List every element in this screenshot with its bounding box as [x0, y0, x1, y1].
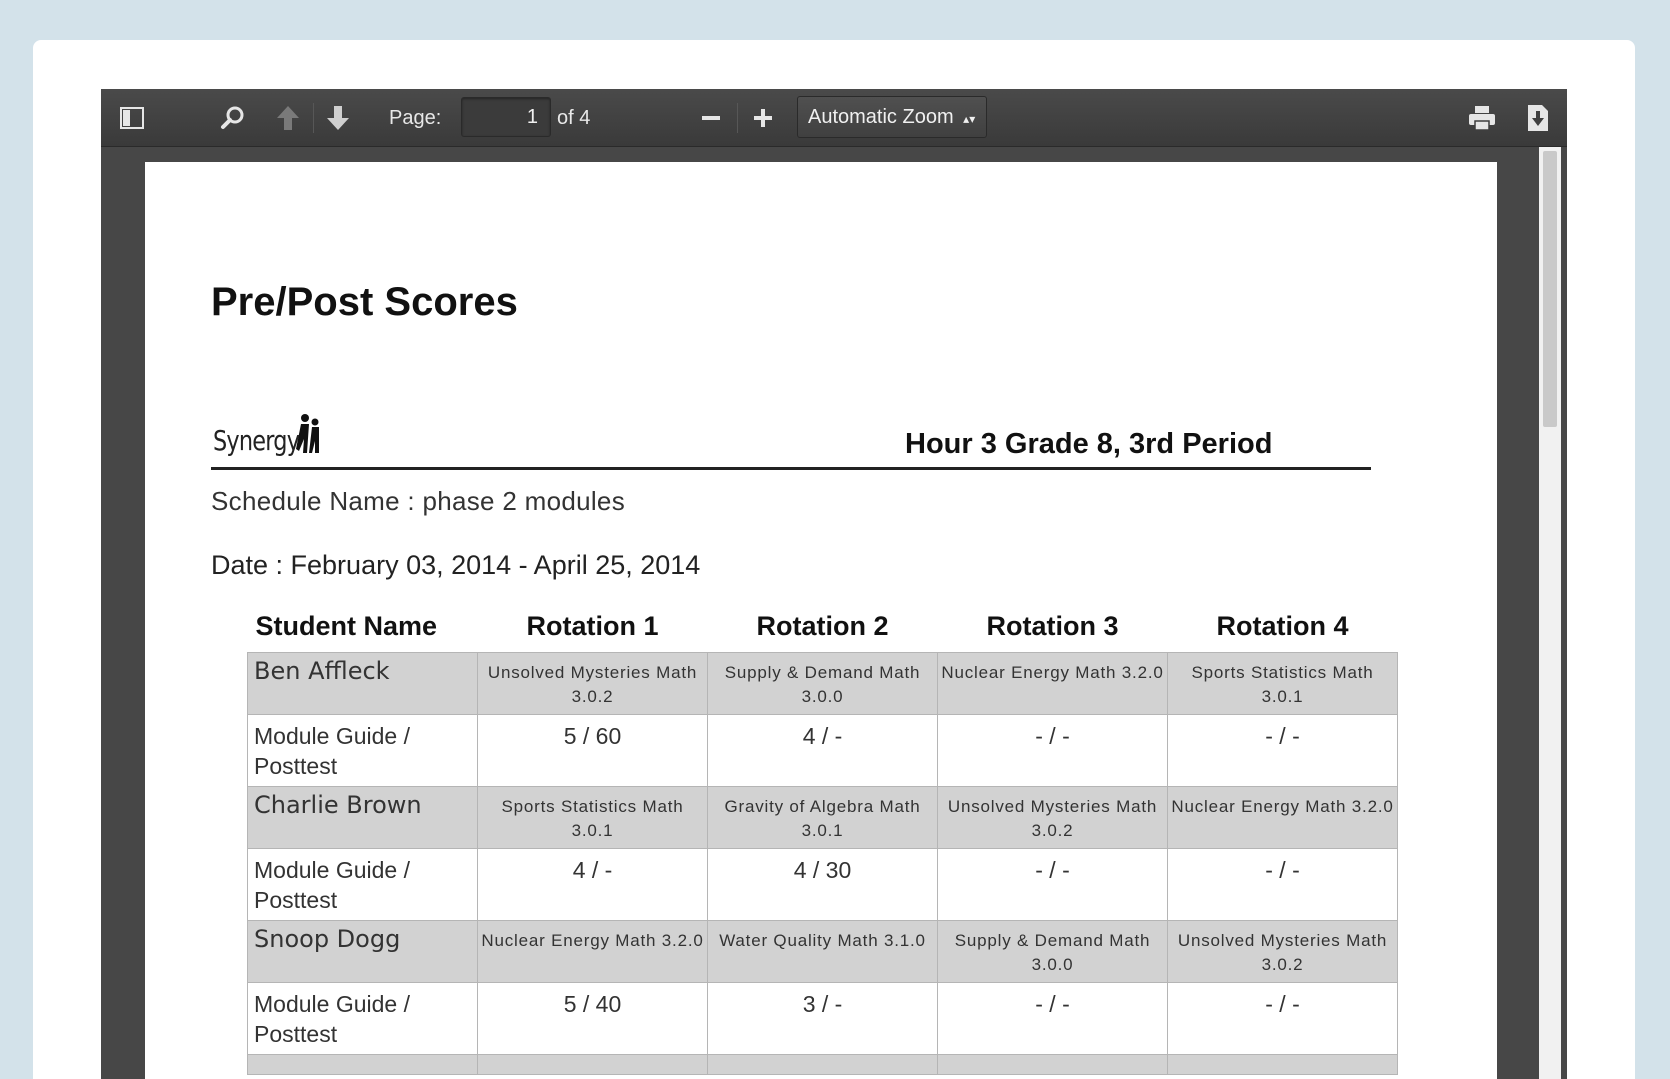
module-cell: Water Quality Math 3.1.0: [707, 919, 938, 983]
score-cell: 4 / 30: [707, 847, 938, 921]
sidebar-toggle-button[interactable]: [117, 103, 147, 133]
column-header: Student Name: [255, 611, 438, 642]
zoom-in-icon: [754, 109, 772, 127]
zoom-select-value: Automatic Zoom: [808, 106, 954, 128]
next-page-button[interactable]: [321, 101, 355, 135]
print-button[interactable]: [1465, 101, 1499, 135]
student-name: Ben Affleck: [247, 651, 478, 715]
module-cell: Supply & Demand Math 3.0.0: [937, 919, 1168, 983]
page-number-input[interactable]: [461, 97, 551, 137]
zoom-out-button[interactable]: [694, 101, 728, 135]
zoom-in-button[interactable]: [746, 101, 780, 135]
scores-table: Student Name Rotation 1 Rotation 2 Rotat…: [247, 602, 1398, 1075]
score-cell: 5 / 40: [477, 981, 708, 1055]
score-cell: - / -: [937, 713, 1168, 787]
empty-cell: [937, 1053, 1168, 1075]
synergy-logo: Synergy: [213, 414, 323, 457]
vertical-scrollbar[interactable]: [1539, 147, 1561, 1079]
score-cell: - / -: [1167, 981, 1398, 1055]
date-range: Date : February 03, 2014 - April 25, 201…: [211, 550, 701, 580]
pdf-viewer: Page: of 4 Automatic Zoom ▴▾: [101, 89, 1567, 1079]
download-icon: [1528, 105, 1548, 131]
score-label: Module Guide / Posttest: [247, 981, 478, 1055]
zoom-out-icon: [702, 116, 720, 120]
score-cell: 4 / -: [477, 847, 708, 921]
score-cell: - / -: [937, 847, 1168, 921]
column-header: Rotation 3: [986, 611, 1119, 642]
page-label: Page:: [389, 107, 442, 129]
table-header-row: Student Name Rotation 1 Rotation 2 Rotat…: [248, 602, 1398, 652]
previous-page-button[interactable]: [271, 101, 305, 135]
column-header: Rotation 1: [526, 611, 659, 642]
arrow-down-icon: [327, 106, 349, 130]
download-button[interactable]: [1521, 101, 1555, 135]
module-cell: Unsolved Mysteries Math 3.0.2: [477, 651, 708, 715]
module-cell: Unsolved Mysteries Math 3.0.2: [937, 785, 1168, 849]
student-row: Snoop Dogg Nuclear Energy Math 3.2.0 Wat…: [247, 919, 1398, 983]
score-row: Module Guide / Posttest 5 / 40 3 / - - /…: [247, 981, 1398, 1055]
score-cell: - / -: [937, 981, 1168, 1055]
student-row: Ben Affleck Unsolved Mysteries Math 3.0.…: [247, 651, 1398, 715]
toolbar-separator: [737, 103, 738, 133]
empty-cell: [247, 1053, 478, 1075]
empty-cell: [477, 1053, 708, 1075]
module-cell: Nuclear Energy Math 3.2.0: [937, 651, 1168, 715]
score-cell: 5 / 60: [477, 713, 708, 787]
column-header: Rotation 4: [1216, 611, 1349, 642]
scrollbar-thumb[interactable]: [1543, 151, 1557, 427]
select-arrows-icon: ▴▾: [963, 112, 976, 126]
module-cell: Unsolved Mysteries Math 3.0.2: [1167, 919, 1398, 983]
student-name: Charlie Brown: [247, 785, 478, 849]
sidebar-toggle-icon: [120, 107, 144, 129]
score-cell: 3 / -: [707, 981, 938, 1055]
table-row: [247, 1053, 1398, 1075]
search-button[interactable]: [216, 101, 250, 135]
page-count: of 4: [557, 107, 591, 129]
empty-cell: [707, 1053, 938, 1075]
module-cell: Nuclear Energy Math 3.2.0: [1167, 785, 1398, 849]
document-page: Pre/Post Scores Synergy Hour 3 Grade 8, …: [145, 162, 1497, 1079]
header-rule: [211, 467, 1371, 470]
viewer-toolbar: Page: of 4 Automatic Zoom ▴▾: [101, 89, 1567, 147]
logo-text: Synergy: [213, 424, 300, 457]
module-cell: Gravity of Algebra Math 3.0.1: [707, 785, 938, 849]
print-icon: [1469, 106, 1495, 131]
student-name: Snoop Dogg: [247, 919, 478, 983]
column-header: Rotation 2: [756, 611, 889, 642]
score-cell: 4 / -: [707, 713, 938, 787]
module-cell: Supply & Demand Math 3.0.0: [707, 651, 938, 715]
student-row: Charlie Brown Sports Statistics Math 3.0…: [247, 785, 1398, 849]
module-cell: Nuclear Energy Math 3.2.0: [477, 919, 708, 983]
score-row: Module Guide / Posttest 5 / 60 4 / - - /…: [247, 713, 1398, 787]
score-cell: - / -: [1167, 847, 1398, 921]
module-cell: Sports Statistics Math 3.0.1: [1167, 651, 1398, 715]
score-cell: - / -: [1167, 713, 1398, 787]
empty-cell: [1167, 1053, 1398, 1075]
score-label: Module Guide / Posttest: [247, 847, 478, 921]
document-title: Pre/Post Scores: [211, 280, 518, 324]
score-row: Module Guide / Posttest 4 / - 4 / 30 - /…: [247, 847, 1398, 921]
arrow-up-icon: [277, 106, 299, 130]
schedule-name: Schedule Name : phase 2 modules: [211, 486, 625, 516]
module-cell: Sports Statistics Math 3.0.1: [477, 785, 708, 849]
zoom-select[interactable]: Automatic Zoom ▴▾: [797, 96, 987, 138]
score-label: Module Guide / Posttest: [247, 713, 478, 787]
class-title: Hour 3 Grade 8, 3rd Period: [905, 428, 1273, 460]
toolbar-separator: [313, 103, 314, 133]
search-icon: [221, 106, 244, 129]
